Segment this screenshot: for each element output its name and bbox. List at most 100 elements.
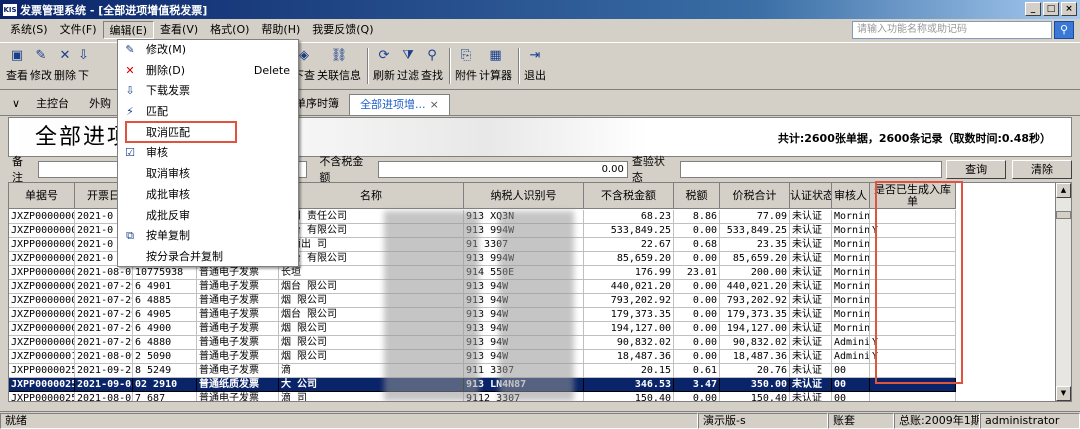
table-cell: 0.00 — [674, 392, 720, 401]
table-cell: JXZP00000005 — [9, 280, 75, 294]
table-cell: 2021-09-25 — [75, 364, 133, 378]
clear-button[interactable]: 清除 — [1012, 159, 1072, 179]
scroll-down-icon[interactable]: ▼ — [1056, 386, 1071, 401]
tab-label: 全部进项增... — [360, 98, 426, 111]
maximize-icon[interactable]: □ — [1043, 2, 1059, 16]
toolbar-separator — [518, 48, 520, 84]
filter-icon: ⧩ — [402, 48, 414, 63]
table-cell: 0.68 — [674, 238, 720, 252]
table-cell: 未认证 — [790, 238, 832, 252]
edit-menu-label: 成批审核 — [146, 187, 190, 201]
table-cell: 普通纸质发票 — [197, 378, 279, 392]
verify-status-input[interactable] — [679, 160, 943, 178]
tab-3[interactable]: 全部进项增... × — [349, 94, 450, 115]
function-search-input[interactable]: 请输入功能名称或助记码 — [852, 21, 1052, 39]
toolbar-button-12[interactable]: ⇥ 退出 — [524, 43, 546, 87]
toolbar-button-6[interactable]: ⛓ 关联信息 — [317, 43, 361, 87]
table-row[interactable]: JXPP000000042021-08-0310775938普通电子发票长垣91… — [9, 266, 956, 280]
edit-menu-label: 修改(M) — [146, 43, 187, 56]
table-cell: 0.00 — [674, 350, 720, 364]
toolbar-button-10[interactable]: ⎘ 附件 — [455, 43, 477, 87]
table-cell: Mornin — [832, 308, 870, 322]
toolbar-button-2[interactable]: ✕ 删除 — [54, 43, 76, 87]
menu-item-1[interactable]: 文件(F) — [54, 21, 103, 39]
toolbar-button-3[interactable]: ⇩ 下 — [78, 43, 89, 87]
tab-1[interactable]: 外购 — [79, 94, 121, 115]
scroll-thumb[interactable] — [1056, 211, 1071, 219]
column-header-0[interactable]: 单据号 — [9, 183, 75, 209]
verify-status-label: 查验状态 — [631, 155, 665, 184]
download-icon: ⇩ — [78, 48, 89, 63]
column-header-7[interactable]: 税额 — [674, 183, 720, 209]
menu-item-5[interactable]: 帮助(H) — [255, 21, 306, 39]
table-cell: 0.00 — [674, 252, 720, 266]
toolbar-label: 刷新 — [373, 69, 395, 82]
toolbar-button-0[interactable]: ▣ 查看 — [6, 43, 28, 87]
edit-menu-label: 删除(D) — [146, 63, 186, 77]
toolbar-button-7[interactable]: ⟳ 刷新 — [373, 43, 395, 87]
table-row[interactable]: JXZP000000052021-07-296 4901普通电子发票烟台 限公司… — [9, 280, 956, 294]
table-cell: 02 2910 — [133, 378, 197, 392]
table-cell: JXZP00000008 — [9, 322, 75, 336]
excl-tax-label: 不含税金额 — [319, 155, 364, 184]
close-icon[interactable]: × — [1061, 2, 1077, 16]
column-header-10[interactable]: 审核人 — [832, 183, 870, 209]
edit-icon: ✎ — [35, 48, 47, 63]
tab-0[interactable]: 主控台 — [26, 94, 79, 115]
table-cell: 18,487.36 — [584, 350, 674, 364]
column-header-8[interactable]: 价税合计 — [720, 183, 790, 209]
table-cell: 00 — [832, 378, 870, 392]
edit-menu-item-2[interactable]: ⇩ 下载发票 — [118, 81, 298, 102]
menu-item-2[interactable]: 编辑(E) — [102, 21, 155, 39]
table-cell: 7 687 — [133, 392, 197, 401]
toolbar-button-8[interactable]: ⧩ 过滤 — [397, 43, 419, 87]
edit-menu-item-9[interactable]: ⧉ 按单复制 — [118, 226, 298, 247]
table-row[interactable]: JXPP000002522021-09-0502 2910普通纸质发票大 公司9… — [9, 378, 956, 392]
table-row[interactable]: JXPP000002512021-09-258 5249普通电子发票滴911 3… — [9, 364, 956, 378]
edit-menu-item-7[interactable]: 成批审核 — [118, 185, 298, 206]
column-header-6[interactable]: 不含税金额 — [584, 183, 674, 209]
edit-menu-item-5[interactable]: ☑ 审核 — [118, 143, 298, 164]
query-button[interactable]: 查询 — [946, 159, 1007, 179]
table-cell: 194,127.00 — [720, 322, 790, 336]
table-row[interactable]: JXZP000000092021-07-296 4880普通电子发票烟 限公司9… — [9, 336, 956, 350]
table-cell: JXPP00000251 — [9, 364, 75, 378]
table-row[interactable]: JXZP000000102021-08-092 5090普通电子发票烟 限公司9… — [9, 350, 956, 364]
edit-menu-item-8[interactable]: 成批反审 — [118, 206, 298, 227]
table-cell: Mornin — [832, 224, 870, 238]
table-cell: 194,127.00 — [584, 322, 674, 336]
edit-menu-item-10[interactable]: 按分录合并复制 — [118, 247, 298, 268]
edit-menu-item-6[interactable]: 取消审核 — [118, 164, 298, 185]
remark-label: 备注 — [12, 155, 23, 184]
edit-menu-item-3[interactable]: ⚡ 匹配 — [118, 102, 298, 123]
edit-menu-item-1[interactable]: ✕ 删除(D) Delete — [118, 61, 298, 82]
table-cell: JXZP00000001 — [9, 224, 75, 238]
column-header-5[interactable]: 纳税人识别号 — [464, 183, 584, 209]
edit-menu-item-0[interactable]: ✎ 修改(M) — [118, 40, 298, 61]
table-row[interactable]: JXZP000000082021-07-296 4900普通电子发票烟 限公司9… — [9, 322, 956, 336]
table-cell: 普通电子发票 — [197, 266, 279, 280]
menu-item-6[interactable]: 我要反馈(Q) — [306, 21, 379, 39]
menu-item-3[interactable]: 查看(V) — [154, 21, 204, 39]
scroll-up-icon[interactable]: ▲ — [1056, 183, 1071, 198]
column-header-9[interactable]: 认证状态 — [790, 183, 832, 209]
toolbar-button-1[interactable]: ✎ 修改 — [30, 43, 52, 87]
tab-close-icon[interactable]: × — [430, 98, 439, 111]
menu-item-0[interactable]: 系统(S) — [4, 21, 54, 39]
column-header-4[interactable]: 名称 — [279, 183, 464, 209]
tab-label: 外购 — [89, 97, 112, 110]
excl-tax-input[interactable]: 0.00 — [378, 160, 628, 178]
toolbar-button-11[interactable]: ▦ 计算器 — [479, 43, 512, 87]
search-icon[interactable]: ⚲ — [1054, 21, 1074, 39]
table-cell: 346.53 — [584, 378, 674, 392]
table-cell: 未认证 — [790, 252, 832, 266]
table-row[interactable]: JXZP000000062021-07-296 4885普通电子发票烟 限公司9… — [9, 294, 956, 308]
table-scrollbar[interactable]: ▲ ▼ — [1055, 183, 1071, 401]
tab-list-chevron-icon[interactable]: ∨ — [6, 94, 26, 115]
minimize-icon[interactable]: _ — [1025, 2, 1041, 16]
table-row[interactable]: JXZP000000072021-07-296 4905普通电子发票烟台 限公司… — [9, 308, 956, 322]
table-row[interactable]: JXPP000002542021-08-027 687普通电子发票滴 司9112… — [9, 392, 956, 401]
menu-item-4[interactable]: 格式(O) — [204, 21, 255, 39]
delete-icon: ✕ — [59, 48, 71, 63]
toolbar-button-9[interactable]: ⚲ 查找 — [421, 43, 443, 87]
